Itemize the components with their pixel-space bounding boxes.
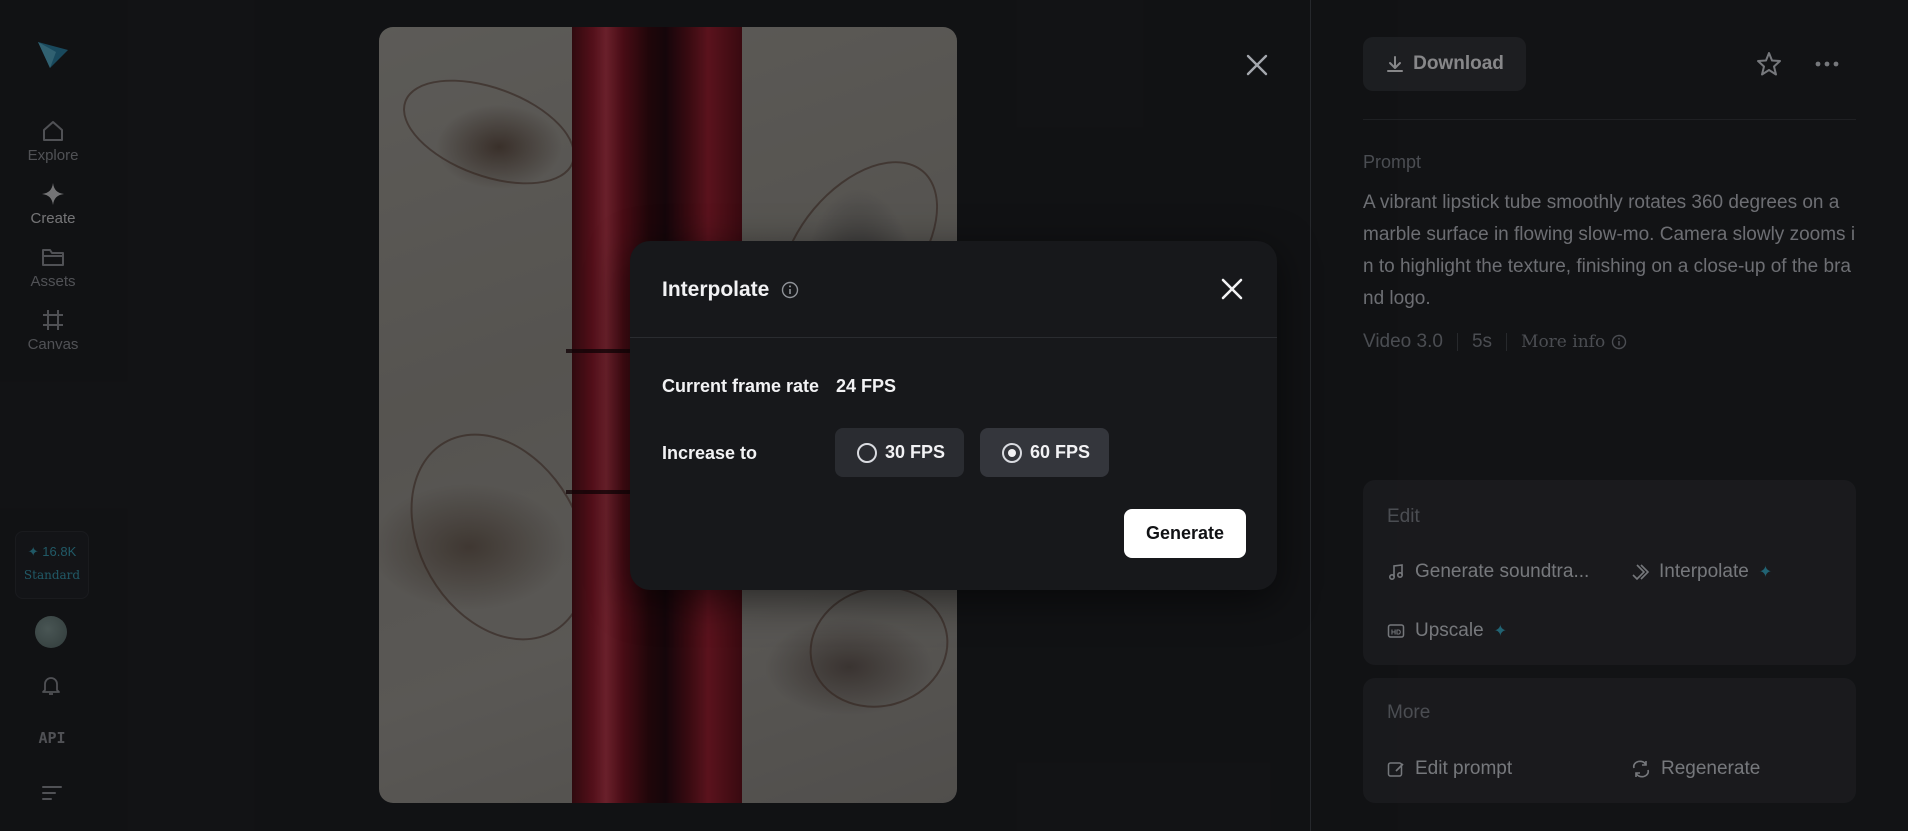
close-viewer-icon[interactable] — [1242, 50, 1272, 80]
hd-icon: HD — [1387, 624, 1405, 638]
radio-unselected[interactable] — [857, 442, 877, 463]
edit-prompt-button[interactable]: Edit prompt — [1387, 758, 1512, 780]
home-icon — [43, 121, 63, 141]
dialog-title: Interpolate — [662, 278, 799, 302]
regenerate-label: Regenerate — [1661, 758, 1761, 779]
radio-selected[interactable] — [1002, 442, 1022, 463]
folder-icon — [42, 249, 64, 266]
avatar[interactable] — [35, 616, 67, 648]
dialog-separator — [630, 337, 1277, 338]
edit-icon — [1387, 762, 1404, 777]
side-navigation: Explore Create Assets Canvas ✦ 16.8K Sta… — [0, 0, 106, 831]
sparkle-icon: ✦ — [27, 544, 39, 559]
interpolate-label: Interpolate — [1659, 561, 1749, 582]
duration-label: 5s — [1471, 331, 1493, 352]
increase-to-label: Increase to — [662, 443, 758, 463]
api-link[interactable]: API — [0, 729, 104, 747]
interpolate-button[interactable]: Interpolate ✦ — [1631, 561, 1772, 583]
info-icon — [1611, 334, 1627, 350]
svg-text:HD: HD — [1391, 629, 1401, 636]
plan-label: Standard — [23, 568, 81, 582]
nav-item-label: Canvas — [27, 336, 79, 353]
music-note-icon — [1388, 564, 1404, 581]
premium-sparkle-icon: ✦ — [1493, 623, 1508, 640]
more-options-icon[interactable] — [1813, 50, 1841, 78]
sparkle-icon — [42, 183, 64, 205]
more-title: More — [1387, 702, 1431, 723]
frame-icon — [43, 310, 63, 330]
credits-amount: 16.8K — [42, 544, 77, 559]
generate-button[interactable]: Generate — [1124, 509, 1246, 558]
upscale-label: Upscale — [1415, 620, 1484, 641]
edit-title: Edit — [1387, 506, 1420, 527]
star-icon[interactable] — [1755, 50, 1783, 78]
bell-icon[interactable] — [39, 673, 63, 697]
more-card: More Edit prompt Regenerate — [1363, 678, 1856, 803]
edit-prompt-label: Edit prompt — [1415, 758, 1513, 779]
nav-item-assets[interactable]: Assets — [8, 244, 98, 290]
current-frame-rate-label: Current frame rate — [662, 376, 820, 396]
interpolate-dialog: Interpolate Current frame rate 24 FPS In… — [630, 241, 1277, 590]
close-dialog-icon[interactable] — [1218, 275, 1246, 303]
panel-separator — [1363, 119, 1856, 120]
fps-option-label: 60 FPS — [1030, 442, 1091, 462]
interpolate-icon — [1632, 564, 1649, 581]
nav-item-label: Assets — [30, 273, 76, 290]
download-label: Download — [1413, 53, 1504, 74]
video-meta: Video 3.0 5s More info — [1363, 331, 1627, 353]
prompt-label: Prompt — [1363, 152, 1422, 172]
generate-soundtrack-label: Generate soundtra... — [1415, 561, 1590, 582]
nav-item-canvas[interactable]: Canvas — [8, 307, 98, 353]
current-frame-rate-value: 24 FPS — [836, 376, 897, 396]
edit-card: Edit Generate soundtra... Interpolate ✦ … — [1363, 480, 1856, 665]
panel-divider — [1310, 0, 1311, 831]
regenerate-button[interactable]: Regenerate — [1631, 758, 1760, 780]
nav-item-create[interactable]: Create — [8, 181, 98, 227]
fps-option-30[interactable]: 30 FPS — [835, 428, 964, 477]
prompt-text: A vibrant lipstick tube smoothly rotates… — [1363, 192, 1856, 309]
logo-icon[interactable] — [36, 36, 70, 70]
download-icon — [1387, 56, 1404, 72]
generate-soundtrack-button[interactable]: Generate soundtra... — [1387, 561, 1589, 583]
menu-icon[interactable] — [41, 784, 63, 802]
fps-option-60[interactable]: 60 FPS — [980, 428, 1109, 477]
nav-item-label: Create — [30, 210, 76, 227]
dialog-title-text: Interpolate — [662, 278, 770, 301]
nav-item-label: Explore — [27, 147, 79, 164]
premium-sparkle-icon: ✦ — [1758, 564, 1773, 581]
upscale-button[interactable]: HD Upscale ✦ — [1387, 620, 1507, 642]
info-icon[interactable] — [781, 281, 799, 299]
credits-badge[interactable]: ✦ 16.8K Standard — [15, 531, 89, 599]
download-button[interactable]: Download — [1363, 37, 1526, 91]
nav-item-explore[interactable]: Explore — [8, 118, 98, 164]
more-info-label: More info — [1521, 332, 1606, 352]
fps-option-label: 30 FPS — [885, 442, 946, 462]
regenerate-icon — [1632, 760, 1650, 778]
model-label: Video 3.0 — [1363, 331, 1443, 352]
more-info-link[interactable]: More info — [1521, 332, 1627, 352]
